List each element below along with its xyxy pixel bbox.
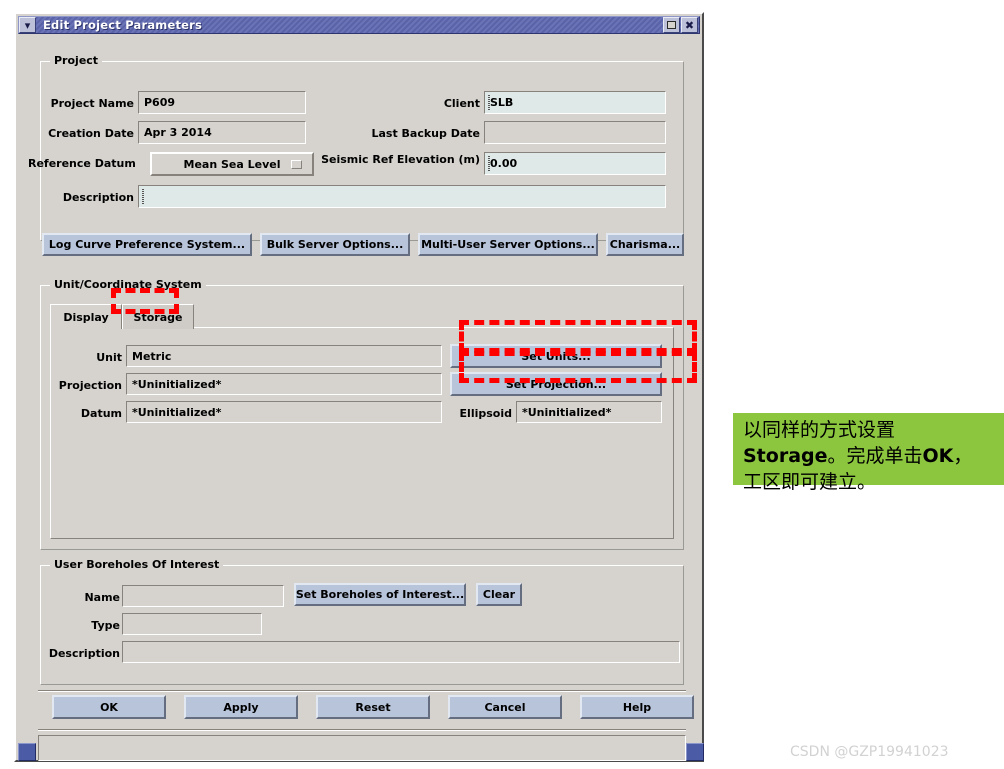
project-name-label: Project Name xyxy=(50,97,134,110)
unit-label: Unit xyxy=(96,351,122,364)
datum-label: Datum xyxy=(80,407,122,420)
borehole-description-label: Description xyxy=(48,647,120,660)
tab-display-label: Display xyxy=(63,310,109,324)
projection-value-field[interactable]: *Uninitialized* xyxy=(126,373,442,395)
status-separator xyxy=(38,729,686,731)
set-boreholes-of-interest-button[interactable]: Set Boreholes of Interest... xyxy=(294,583,466,606)
window-title: Edit Project Parameters xyxy=(43,18,203,32)
instruction-note: 以同样的方式设置 Storage。完成单击OK， 工区即可建立。 xyxy=(733,413,1004,493)
last-backup-date-field[interactable] xyxy=(484,121,666,144)
resize-grip-bottom-left[interactable] xyxy=(18,743,36,761)
set-units-button[interactable]: Set Units... xyxy=(450,344,662,368)
ok-button[interactable]: OK xyxy=(52,695,166,719)
creation-date-label: Creation Date xyxy=(48,127,134,140)
ellipsoid-label: Ellipsoid xyxy=(459,407,512,420)
multi-user-server-options-button[interactable]: Multi-User Server Options... xyxy=(418,233,598,256)
apply-button[interactable]: Apply xyxy=(184,695,298,719)
borehole-type-field[interactable] xyxy=(122,613,262,635)
note-line-2-rest: 。完成单击 xyxy=(827,445,923,467)
boreholes-group-title: User Boreholes Of Interest xyxy=(50,558,224,571)
tab-display[interactable]: Display xyxy=(50,304,122,329)
unit-value-field[interactable]: Metric xyxy=(126,345,442,367)
last-backup-date-label: Last Backup Date xyxy=(371,127,480,140)
help-button[interactable]: Help xyxy=(580,695,694,719)
borehole-name-label: Name xyxy=(84,591,120,604)
project-group-bevel xyxy=(40,61,684,241)
reference-datum-label: Reference Datum xyxy=(28,157,136,170)
client-label: Client xyxy=(443,97,480,110)
description-label: Description xyxy=(62,191,134,204)
log-curve-preference-system-button[interactable]: Log Curve Preference System... xyxy=(42,233,252,256)
seismic-ref-elevation-field[interactable]: 0.00 xyxy=(484,152,666,175)
note-line-2-tail: ， xyxy=(953,445,973,467)
close-icon[interactable]: ✖ xyxy=(681,17,698,33)
bulk-server-options-button[interactable]: Bulk Server Options... xyxy=(260,233,410,256)
project-group: Project xyxy=(40,54,684,241)
status-bar xyxy=(38,735,686,761)
window-client-area: Project Project Name Creation Date Refer… xyxy=(18,35,704,761)
cancel-button[interactable]: Cancel xyxy=(448,695,562,719)
seismic-ref-elevation-label: Seismic Ref Elevation (m) xyxy=(321,153,480,166)
title-bar[interactable]: ▾ Edit Project Parameters ✖ xyxy=(18,16,700,34)
project-description-field[interactable] xyxy=(138,185,666,208)
project-group-title: Project xyxy=(50,54,103,67)
window-menu-chevron-icon[interactable]: ▾ xyxy=(19,17,36,33)
clear-boreholes-button[interactable]: Clear xyxy=(476,583,522,606)
reset-button[interactable]: Reset xyxy=(316,695,430,719)
unit-group-title: Unit/Coordinate System xyxy=(50,278,206,291)
note-ok-keyword: OK xyxy=(922,445,954,467)
note-storage-keyword: Storage xyxy=(743,445,828,467)
tab-storage[interactable]: Storage xyxy=(122,304,194,329)
borehole-type-label: Type xyxy=(91,619,120,632)
creation-date-field[interactable]: Apr 3 2014 xyxy=(138,121,306,144)
resize-grip-bottom-right[interactable] xyxy=(686,743,704,761)
borehole-description-field[interactable] xyxy=(122,641,680,663)
client-field[interactable]: SLB xyxy=(484,91,666,114)
tab-storage-label: Storage xyxy=(133,310,183,324)
maximize-icon[interactable] xyxy=(663,17,680,33)
reference-datum-option-button[interactable]: Mean Sea Level xyxy=(150,152,314,176)
note-line-1: 以同样的方式设置 xyxy=(743,419,896,441)
option-indicator-icon xyxy=(291,159,302,169)
csdn-watermark: CSDN @GZP19941023 xyxy=(790,744,949,760)
charisma-button[interactable]: Charisma... xyxy=(606,233,684,256)
action-row-separator-top xyxy=(38,690,686,692)
borehole-name-field[interactable] xyxy=(122,585,284,607)
projection-label: Projection xyxy=(58,379,122,392)
project-name-field[interactable]: P609 xyxy=(138,91,306,114)
reference-datum-option-label: Mean Sea Level xyxy=(183,157,281,171)
datum-value-field[interactable]: *Uninitialized* xyxy=(126,401,442,423)
edit-project-parameters-window: ▾ Edit Project Parameters ✖ Project Proj… xyxy=(14,12,704,762)
ellipsoid-value-field[interactable]: *Uninitialized* xyxy=(516,401,662,423)
note-line-3: 工区即可建立。 xyxy=(743,471,877,493)
set-projection-button[interactable]: Set Projection... xyxy=(450,372,662,396)
